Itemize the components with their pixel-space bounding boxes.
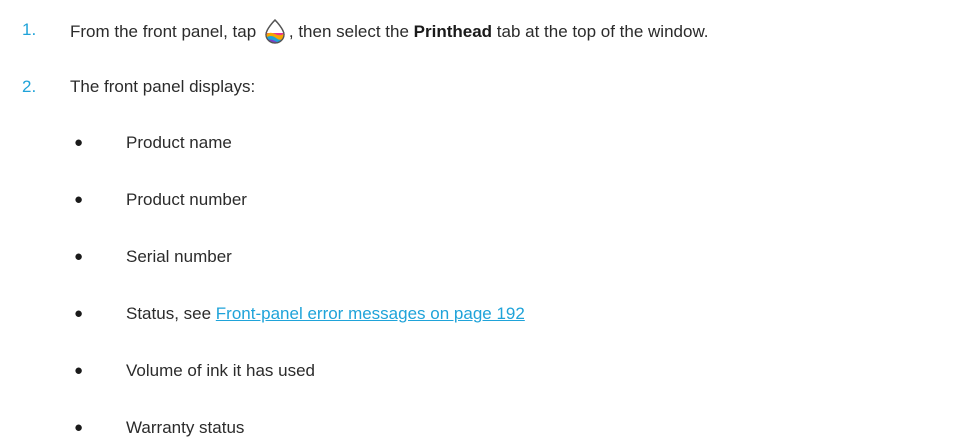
ink-drop-icon xyxy=(262,18,288,44)
list-item-text-part: Status, see xyxy=(126,304,212,323)
step-text: The front panel displays: xyxy=(70,77,256,96)
list-item-text: Status, see Front-panel error messages o… xyxy=(126,302,525,326)
list-item-text: Serial number xyxy=(126,247,232,266)
step-text: From the front panel, tap , then select … xyxy=(70,18,709,44)
printhead-term: Printhead xyxy=(413,22,493,41)
bullet-icon: ● xyxy=(74,362,84,379)
list-item-text: Volume of ink it has used xyxy=(126,361,316,380)
step-text-part: From the front panel, tap xyxy=(70,22,257,41)
list-item-text: Product name xyxy=(126,133,232,152)
list-item-text: Product number xyxy=(126,190,247,209)
bullet-icon: ● xyxy=(74,248,84,265)
bullet-icon: ● xyxy=(74,305,84,322)
bullet-icon: ● xyxy=(74,419,84,436)
document: 1. From the front panel, tap , then sele… xyxy=(0,0,970,442)
step-text-part: tab at the top of the window. xyxy=(496,22,709,41)
list-item-text: Warranty status xyxy=(126,418,245,437)
bullet-icon: ● xyxy=(74,134,84,151)
step-text-part: , then select the xyxy=(288,22,409,41)
step-number: 2. xyxy=(22,77,37,96)
step-number: 1. xyxy=(22,20,37,39)
bullet-icon: ● xyxy=(74,191,84,208)
error-messages-link[interactable]: Front-panel error messages on page 192 xyxy=(216,304,525,323)
